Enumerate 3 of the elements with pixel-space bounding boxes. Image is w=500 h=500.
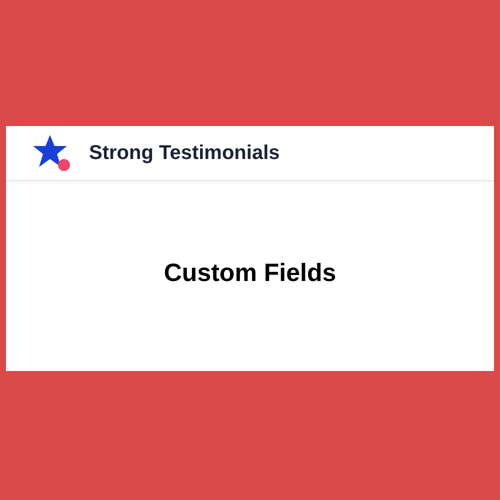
- page-heading: Custom Fields: [164, 258, 336, 290]
- app-title: Strong Testimonials: [89, 141, 280, 166]
- star-logo-icon: [33, 135, 73, 171]
